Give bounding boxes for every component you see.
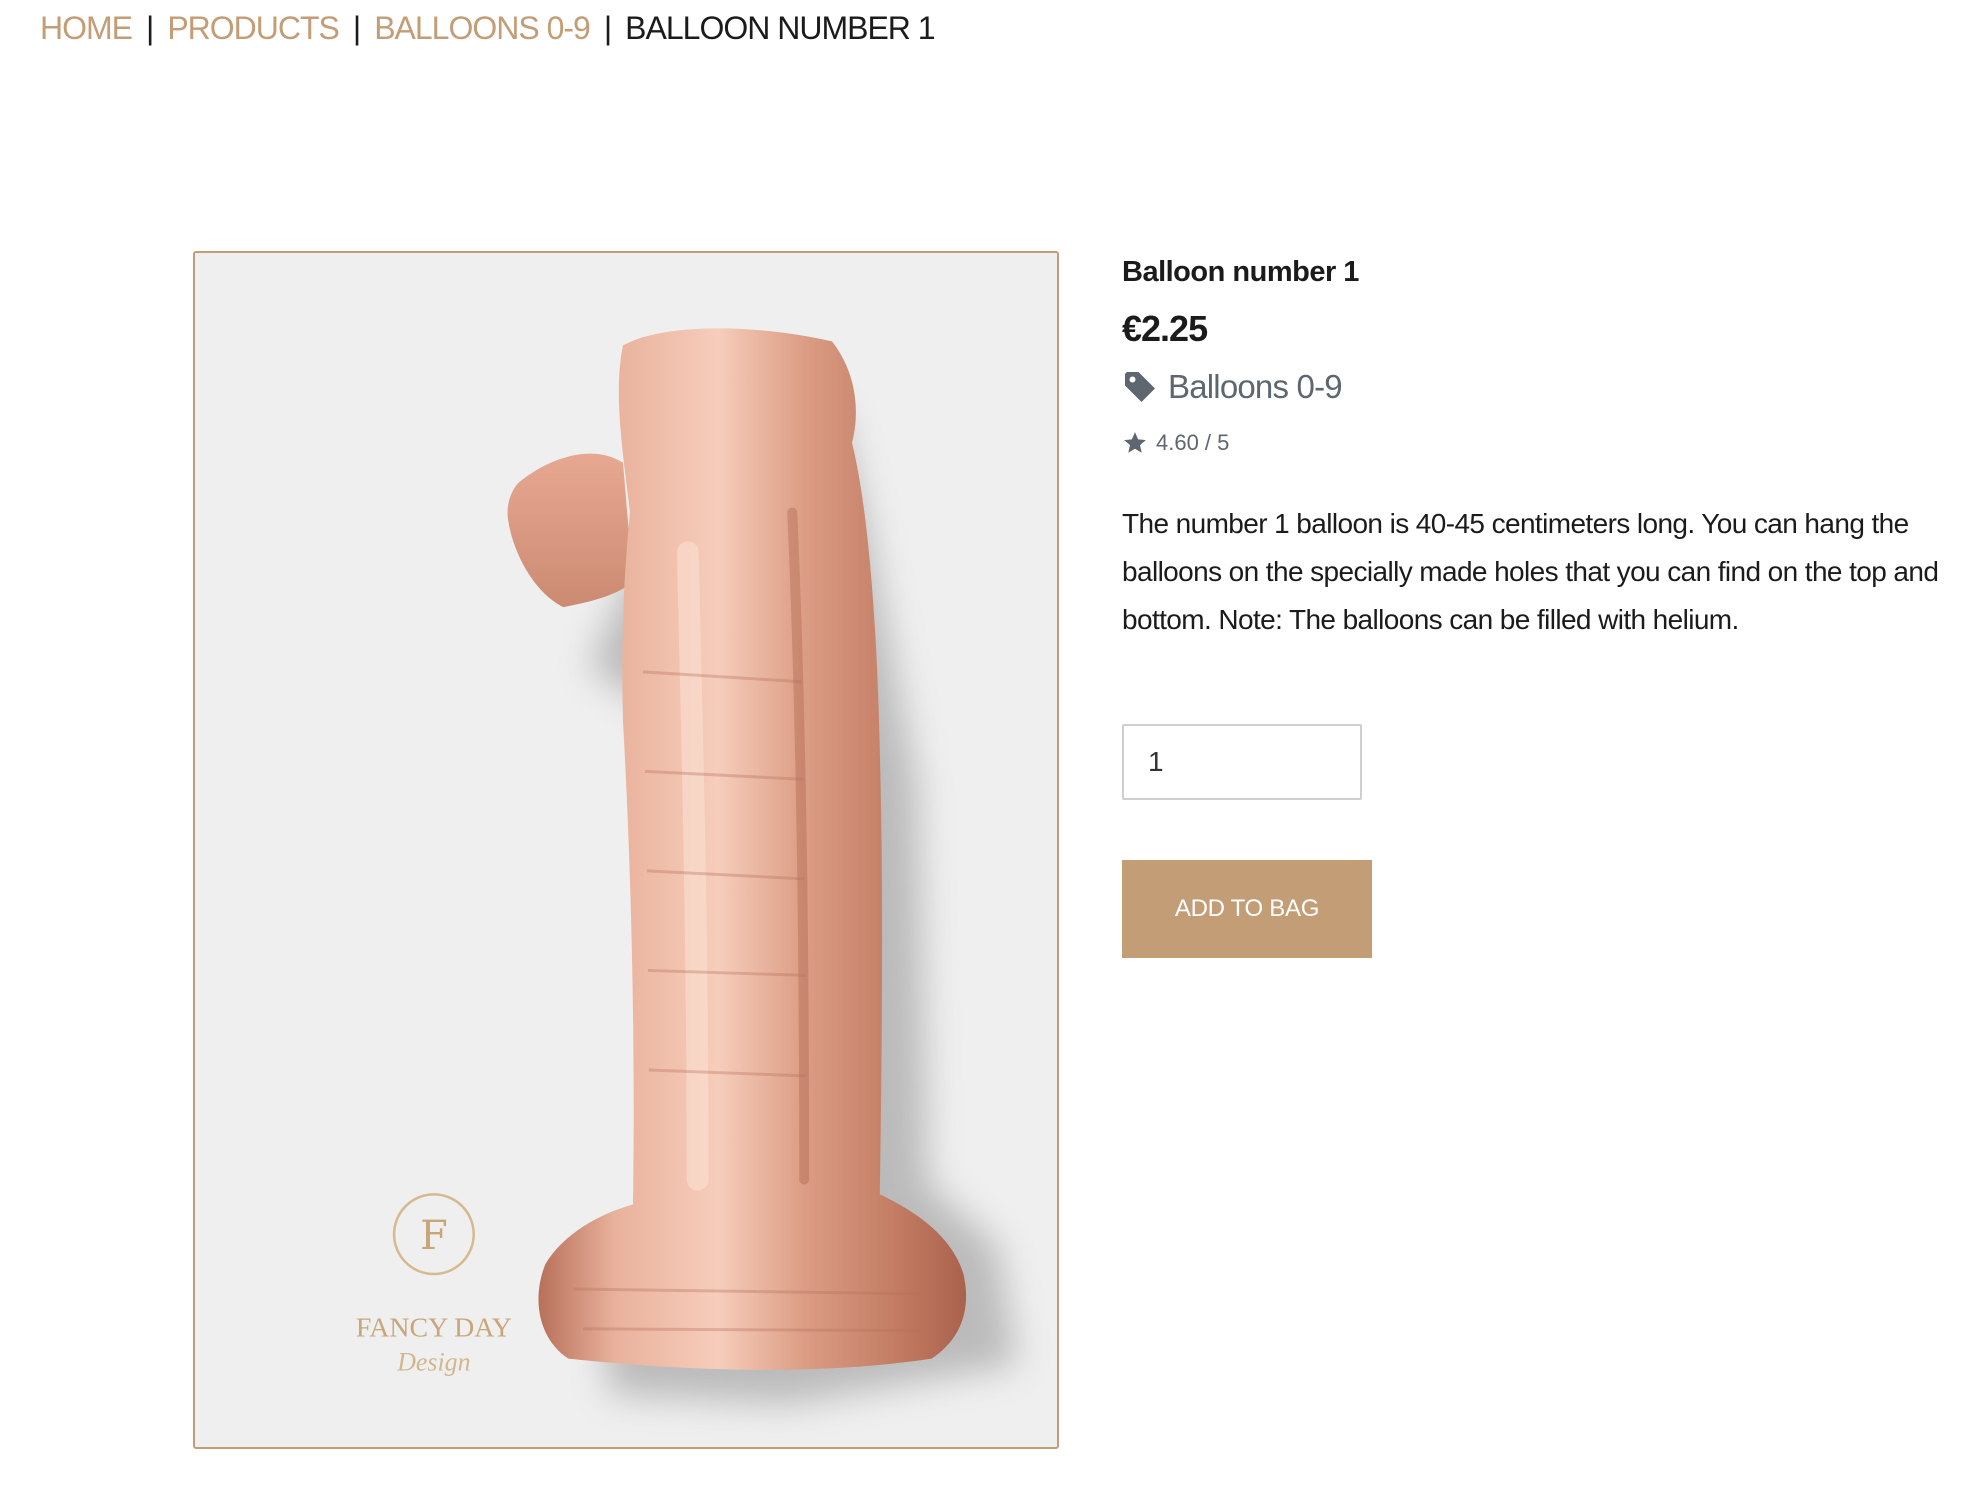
breadcrumb-separator: |: [352, 9, 361, 46]
rating-value: 4.60 / 5: [1156, 430, 1230, 455]
breadcrumb-current: BALLOON NUMBER 1: [625, 9, 935, 46]
product-category-label: Balloons 0-9: [1168, 368, 1343, 405]
quantity-input[interactable]: [1122, 724, 1362, 800]
svg-text:Design: Design: [396, 1348, 470, 1377]
product-price: €2.25: [1122, 308, 1208, 349]
breadcrumb-separator: |: [146, 9, 154, 46]
balloon-number-one-illustration: F FANCY DAY Design: [356, 328, 1018, 1405]
breadcrumb-home-link[interactable]: HOME: [40, 10, 133, 47]
product-image[interactable]: F FANCY DAY Design: [193, 251, 1059, 1449]
product-description: The number 1 balloon is 40-45 centimeter…: [1122, 508, 1939, 635]
fancy-day-logo: F FANCY DAY Design: [356, 1193, 512, 1377]
product-details: Balloon number 1 €2.25 Balloons 0-9 4.60…: [1122, 252, 1942, 958]
star-icon: [1124, 432, 1146, 453]
breadcrumb: HOME | PRODUCTS | BALLOONS 0-9 | BALLOON…: [40, 8, 936, 48]
product-rating: 4.60 / 5: [1122, 430, 1229, 456]
breadcrumb-separator: |: [603, 9, 612, 46]
tag-icon: [1125, 372, 1155, 402]
product-title: Balloon number 1: [1122, 256, 1359, 288]
svg-text:F: F: [420, 1213, 448, 1259]
product-category-link[interactable]: Balloons 0-9: [1122, 368, 1343, 406]
add-to-bag-button[interactable]: ADD TO BAG: [1122, 860, 1372, 958]
breadcrumb-products-link[interactable]: PRODUCTS: [167, 10, 340, 47]
breadcrumb-balloons-link[interactable]: BALLOONS 0-9: [374, 10, 591, 47]
svg-text:FANCY DAY: FANCY DAY: [356, 1313, 512, 1344]
